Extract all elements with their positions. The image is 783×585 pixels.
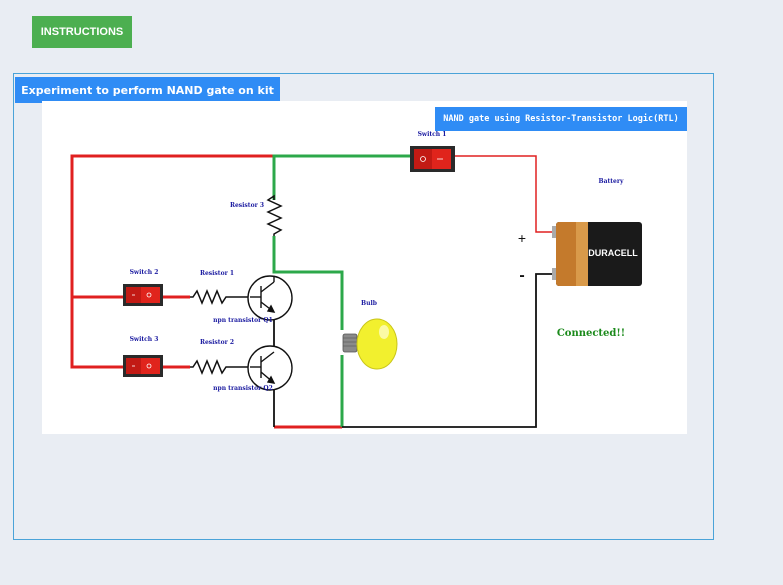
battery-plus: + bbox=[518, 230, 526, 246]
black-wires bbox=[273, 273, 552, 428]
label-resistor-2: Resistor 2 bbox=[200, 339, 234, 346]
connection-status: Connected!! bbox=[557, 328, 625, 339]
label-switch-3: Switch 3 bbox=[130, 336, 159, 343]
label-resistor-1: Resistor 1 bbox=[200, 270, 234, 277]
label-transistor-q2: npn transistor Q2 bbox=[213, 385, 273, 392]
label-bulb: Bulb bbox=[361, 300, 377, 307]
label-switch-1: Switch 1 bbox=[418, 131, 447, 138]
label-battery: Battery bbox=[599, 178, 624, 185]
green-wires bbox=[272, 154, 410, 427]
label-transistor-q1: npn transistor Q1 bbox=[213, 317, 273, 324]
resistor-1[interactable] bbox=[190, 289, 250, 305]
battery-brand: DURACELL bbox=[588, 248, 638, 258]
battery-minus: - bbox=[519, 267, 524, 284]
resistor-2[interactable] bbox=[190, 359, 250, 375]
switch-3[interactable] bbox=[123, 355, 163, 377]
label-resistor-3: Resistor 3 bbox=[230, 202, 264, 209]
label-switch-2: Switch 2 bbox=[130, 269, 159, 276]
switch-2[interactable] bbox=[123, 284, 163, 306]
bulb-icon[interactable] bbox=[342, 318, 398, 370]
battery-positive-wire bbox=[455, 155, 552, 233]
transistor-q1[interactable] bbox=[247, 275, 293, 321]
transistor-q2[interactable] bbox=[247, 345, 293, 391]
resistor-3[interactable] bbox=[266, 194, 283, 236]
circuit-diagram: DURACELL + - Switch 1 Switch 2 Switch 3 … bbox=[70, 131, 642, 429]
battery-icon: DURACELL bbox=[552, 222, 642, 286]
switch-1[interactable] bbox=[410, 146, 455, 172]
